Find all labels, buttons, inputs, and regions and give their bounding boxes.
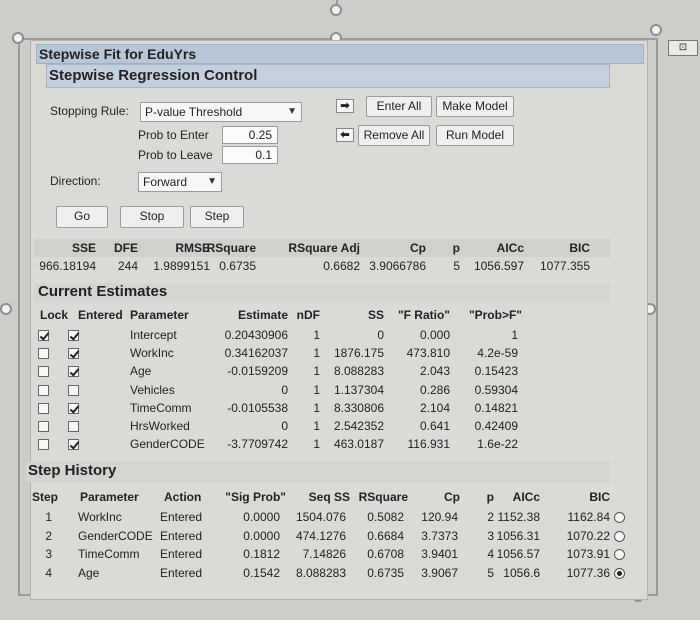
stopping-rule-label: Stopping Rule:: [50, 104, 129, 118]
history-header-bic: BIC: [589, 490, 610, 504]
history-bic: 1077.36: [566, 565, 610, 580]
entered-checkbox[interactable]: [68, 366, 79, 378]
stats-value-cell: 1077.355: [539, 259, 590, 273]
entered-checkbox[interactable]: [68, 384, 79, 396]
estimate-probf: 0.14821: [474, 400, 518, 415]
estimates-header-probf: "Prob>F": [468, 308, 522, 322]
make-model-button[interactable]: Make Model: [436, 96, 514, 117]
entered-checkbox[interactable]: [68, 402, 79, 414]
history-step: 1: [45, 510, 52, 524]
history-parameter: WorkInc: [78, 510, 122, 524]
direction-label: Direction:: [50, 174, 101, 188]
history-header-step: Step: [32, 490, 59, 504]
direction-value: Forward: [143, 175, 188, 189]
entered-checkbox[interactable]: [68, 348, 79, 360]
estimate-probf: 4.2e-59: [477, 346, 518, 361]
stop-button[interactable]: Stop: [120, 206, 184, 228]
history-bic: 1070.22: [566, 528, 610, 543]
estimate-probf: 1.6e-22: [477, 437, 518, 452]
estimate-probf: 0.42409: [474, 419, 518, 433]
stopping-rule-select[interactable]: P-value Threshold ▼: [140, 102, 302, 122]
current-estimates-title: Current Estimates: [38, 283, 168, 300]
lock-checkbox[interactable]: [38, 348, 49, 360]
prob-to-leave-label: Prob to Leave: [138, 148, 213, 162]
estimate-probf: 0.15423: [474, 364, 518, 379]
step-history-title: Step History: [28, 462, 117, 479]
window-title: Stepwise Fit for EduYrs: [36, 44, 644, 64]
prob-to-enter-input[interactable]: 0.25: [222, 126, 278, 144]
history-step: 4: [45, 565, 52, 580]
stats-header-cell: BIC: [569, 241, 590, 255]
history-select-radio[interactable]: [614, 567, 625, 579]
enter-arrow-icon[interactable]: ➡︎: [336, 99, 354, 113]
estimate-probf: 1: [511, 328, 518, 342]
prob-to-enter-label: Prob to Enter: [138, 128, 209, 142]
rotate-handle-top[interactable]: [330, 4, 342, 16]
lock-checkbox[interactable]: [38, 330, 49, 341]
history-select-radio[interactable]: [614, 549, 625, 560]
entered-checkbox[interactable]: [68, 330, 79, 341]
lock-checkbox[interactable]: [38, 439, 49, 451]
stopping-rule-value: P-value Threshold: [145, 105, 243, 119]
estimate-parameter: Age: [130, 364, 152, 379]
remove-arrow-icon[interactable]: ⬅︎: [336, 128, 354, 142]
entered-checkbox[interactable]: [68, 439, 79, 451]
go-button[interactable]: Go: [56, 206, 108, 228]
format-options-icon[interactable]: ⊡︎: [668, 40, 698, 56]
lock-checkbox[interactable]: [38, 366, 49, 378]
step-button[interactable]: Step: [190, 206, 244, 228]
history-parameter: GenderCODE: [78, 528, 153, 543]
remove-all-button[interactable]: Remove All: [358, 125, 430, 146]
run-model-button[interactable]: Run Model: [436, 125, 514, 146]
history-bic: 1073.91: [566, 547, 610, 561]
lock-checkbox[interactable]: [38, 421, 49, 432]
history-parameter: Age: [78, 565, 100, 580]
history-step: 3: [45, 547, 52, 561]
estimates-header-entered: Entered: [78, 308, 123, 322]
direction-select[interactable]: Forward ▼: [138, 172, 222, 192]
selection-frame-right: [656, 38, 658, 596]
stats-value-cell: 0.6735: [219, 259, 256, 273]
stats-header-cell: RSquare: [206, 241, 256, 255]
history-parameter: TimeComm: [78, 547, 140, 561]
estimates-header-lock: Lock: [40, 308, 69, 322]
history-step: 2: [45, 528, 52, 543]
chevron-down-icon: ▼: [287, 106, 297, 117]
section-title-control: Stepwise Regression Control: [46, 64, 610, 88]
history-select-radio[interactable]: [614, 530, 625, 542]
history-header-parameter: Parameter: [80, 490, 139, 504]
prob-to-leave-input[interactable]: 0.1: [222, 146, 278, 164]
lock-checkbox[interactable]: [38, 384, 49, 396]
chevron-down-icon: ▼: [207, 176, 217, 187]
resize-handle-top-right[interactable]: [650, 24, 662, 36]
enter-all-button[interactable]: Enter All: [366, 96, 432, 117]
lock-checkbox[interactable]: [38, 402, 49, 414]
estimate-probf: 0.59304: [474, 382, 518, 397]
history-bic: 1162.84: [567, 510, 611, 524]
entered-checkbox[interactable]: [68, 421, 79, 432]
resize-handle-middle-left[interactable]: [0, 303, 12, 315]
resize-handle-top-left[interactable]: [12, 32, 24, 44]
history-select-radio[interactable]: [614, 512, 625, 523]
